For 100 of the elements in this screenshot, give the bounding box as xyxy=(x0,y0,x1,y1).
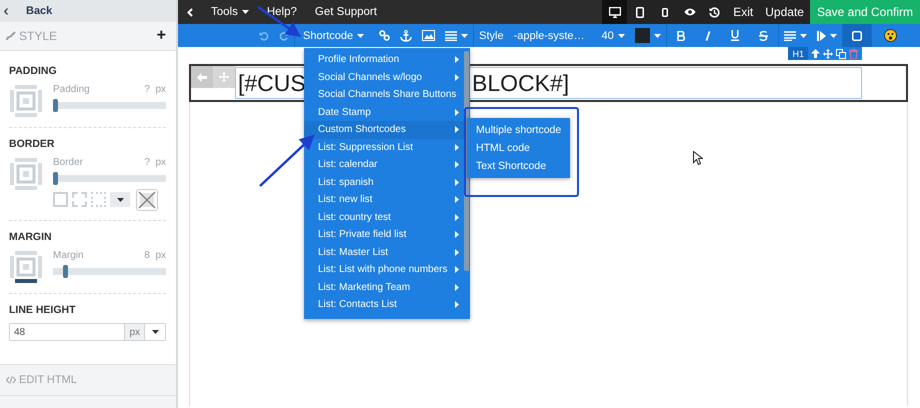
section-heading: BORDER xyxy=(9,138,56,150)
submenu-item[interactable]: HTML code xyxy=(467,139,570,157)
submenu-arrow-icon xyxy=(455,266,459,274)
edit-html-link[interactable]: EDIT HTML xyxy=(19,374,77,386)
move-icon[interactable] xyxy=(823,48,833,58)
caret-icon xyxy=(242,10,249,14)
slider-track[interactable] xyxy=(53,265,166,278)
menu-item[interactable]: List: country test xyxy=(304,208,464,226)
menu-item[interactable]: List: Private field list xyxy=(304,226,464,244)
section-heading: MARGIN xyxy=(9,231,53,243)
history-icon xyxy=(709,6,720,18)
annotation-arrow xyxy=(259,134,315,187)
bold-icon xyxy=(676,30,685,40)
redo-icon xyxy=(279,30,289,40)
box-model-icon xyxy=(9,84,43,118)
submenu-arrow-icon xyxy=(455,74,459,81)
section-heading: PADDING xyxy=(9,65,58,77)
top-menu-item[interactable]: Get Support xyxy=(306,0,386,24)
submenu-arrow-icon xyxy=(455,178,459,186)
box-model-icon xyxy=(9,250,43,284)
slider-track[interactable] xyxy=(53,99,166,112)
submenu-item[interactable]: Text Shortcode xyxy=(467,157,570,175)
heading-text: [#CUS xyxy=(238,70,302,96)
italic-icon xyxy=(704,30,711,40)
dotted-border-option[interactable] xyxy=(91,192,106,207)
brush-icon xyxy=(6,31,16,41)
caret-icon xyxy=(461,34,468,38)
heading-text: BLOCK#] xyxy=(472,70,570,96)
menu-item[interactable]: List: List with phone numbers xyxy=(304,261,464,278)
desktop-icon xyxy=(608,6,621,18)
font-dropdown[interactable]: -apple-syste… xyxy=(508,24,590,47)
caret-icon xyxy=(116,198,124,202)
caret-icon xyxy=(618,34,625,38)
top-menu-item[interactable]: Tools xyxy=(202,0,258,24)
mouse-pointer-icon xyxy=(693,151,703,165)
block-button[interactable] xyxy=(842,24,871,47)
menu-item[interactable]: List: Master List xyxy=(304,244,464,261)
caret-icon xyxy=(357,34,364,38)
menu-item[interactable]: Date Stamp xyxy=(304,104,464,121)
submenu-arrow-icon xyxy=(455,144,459,151)
submenu-arrow-icon xyxy=(455,248,459,256)
top-menu-item[interactable]: Help? xyxy=(258,0,306,24)
slider-thumb[interactable] xyxy=(63,265,68,278)
annotation-arrow xyxy=(257,6,302,37)
menu-item[interactable]: List: new list xyxy=(304,191,464,208)
menu-item[interactable]: Custom Shortcodes xyxy=(304,121,464,138)
menu-item[interactable]: Social Channels Share Buttons xyxy=(304,86,464,104)
play-bar-icon xyxy=(816,30,826,40)
submenu-arrow-icon xyxy=(455,284,459,291)
slider-value: ? px xyxy=(144,157,166,168)
chevron-left-icon xyxy=(187,8,193,16)
submenu-arrow-icon xyxy=(455,231,459,238)
style-label: Style xyxy=(478,28,505,44)
link-icon xyxy=(379,30,390,41)
submenu-arrow-icon xyxy=(455,301,459,308)
emoji-icon xyxy=(884,29,897,42)
tablet-icon xyxy=(636,6,644,18)
menu-item[interactable]: Social Channels w/logo xyxy=(304,68,464,86)
add-button[interactable]: + xyxy=(156,27,166,45)
slider-thumb[interactable] xyxy=(53,99,58,112)
menu-item[interactable]: List: Marketing Team xyxy=(304,278,464,296)
submenu-item[interactable]: Multiple shortcode xyxy=(467,121,570,139)
undo-icon xyxy=(259,30,269,40)
slider-track[interactable] xyxy=(53,172,166,185)
style-tab[interactable]: STYLE xyxy=(19,29,58,43)
submenu-arrow-icon xyxy=(455,196,459,204)
up-arrow-icon[interactable] xyxy=(811,49,820,58)
submenu-arrow-icon xyxy=(455,126,459,134)
submenu-arrow-icon xyxy=(455,161,459,168)
slider-value: ? px xyxy=(144,84,166,95)
section-heading: LINE HEIGHT xyxy=(9,304,77,316)
font-size-dropdown[interactable]: 40 xyxy=(590,24,630,47)
slider-thumb[interactable] xyxy=(53,172,58,185)
copy-icon[interactable] xyxy=(836,48,846,58)
submenu-arrow-icon xyxy=(455,214,459,221)
menu-item[interactable]: List: Contacts List xyxy=(304,296,464,314)
back-link[interactable]: Back xyxy=(26,5,52,17)
border-style-dropdown[interactable] xyxy=(110,192,130,207)
square-icon xyxy=(852,30,862,40)
phone-icon xyxy=(662,8,668,16)
top-button[interactable]: Exit xyxy=(727,0,760,24)
top-button[interactable]: Update xyxy=(759,0,810,24)
caret-icon xyxy=(654,34,661,38)
menu-item[interactable]: Profile Information xyxy=(304,51,464,68)
anchor-icon xyxy=(400,30,412,42)
device-button[interactable] xyxy=(627,0,652,24)
line-height-field[interactable]: 48 px xyxy=(9,323,166,341)
slider-label: Margin xyxy=(53,250,84,261)
clear-border-icon[interactable] xyxy=(136,189,158,211)
shortcode-dropdown[interactable]: Shortcode xyxy=(295,24,374,47)
menu-item[interactable]: List: calendar xyxy=(304,156,464,174)
chevron-left-icon[interactable] xyxy=(4,8,8,14)
box-model-icon xyxy=(9,157,43,191)
menu-item[interactable]: List: Suppression List xyxy=(304,138,464,156)
save-button[interactable]: Save and Confirm xyxy=(810,0,920,24)
list-icon xyxy=(445,30,458,40)
caret-icon xyxy=(830,34,837,38)
slider-value: 8 px xyxy=(144,250,166,261)
device-button[interactable] xyxy=(602,0,628,24)
menu-item[interactable]: List: spanish xyxy=(304,174,464,191)
